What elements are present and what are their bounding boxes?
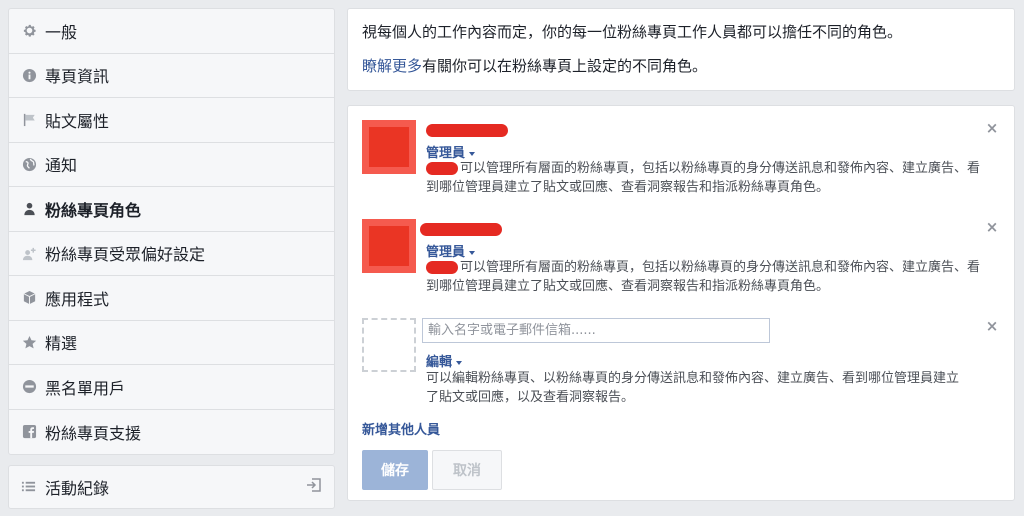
close-icon[interactable]: × (984, 318, 1000, 334)
close-icon[interactable]: × (984, 120, 1000, 136)
sidebar-item-label: 粉絲專頁受眾偏好設定 (45, 245, 206, 265)
settings-sidebar: 一般 專頁資訊 貼文屬性 通知 粉絲專頁角色 粉絲專頁受眾偏好設定 應用程式 精… (8, 8, 335, 509)
save-button[interactable]: 儲存 (362, 450, 428, 490)
avatar (362, 120, 416, 174)
sidebar-item-featured[interactable]: 精選 (9, 321, 334, 365)
sidebar-item-apps[interactable]: 應用程式 (9, 276, 334, 321)
name-or-email-input[interactable] (422, 318, 770, 343)
avatar (362, 219, 416, 273)
page-roles-panel: 管理員 可以管理所有層面的粉絲專頁，包括以粉絲專頁的身分傳送訊息和發佈內容、建立… (347, 105, 1015, 501)
list-icon (21, 479, 37, 495)
sidebar-item-label: 黑名單用戶 (45, 378, 126, 398)
redacted-name (420, 223, 502, 236)
close-icon[interactable]: × (984, 219, 1000, 235)
role-description: 可以管理所有層面的粉絲專頁，包括以粉絲專頁的身分傳送訊息和發佈內容、建立廣告、看… (426, 260, 981, 294)
add-person-link[interactable]: 新增其他人員 (362, 419, 440, 438)
sidebar-item-label: 粉絲專頁支援 (45, 423, 142, 443)
intro-text: 視每個人的工作內容而定，你的每一位粉絲專頁工作人員都可以擔任不同的角色。 (362, 23, 903, 41)
cube-icon (21, 290, 37, 306)
sidebar-item-audience-preferences[interactable]: 粉絲專頁受眾偏好設定 (9, 232, 334, 276)
redacted-name (426, 124, 508, 137)
role-dropdown[interactable]: 編輯 (426, 351, 463, 370)
star-icon (21, 334, 37, 350)
roles-intro-panel: 視每個人的工作內容而定，你的每一位粉絲專頁工作人員都可以擔任不同的角色。 瞭解更… (347, 8, 1015, 91)
new-role-entry: 編輯 可以編輯粉絲專頁、以粉絲專頁的身分傳送訊息和發佈內容、建立廣告、看到哪位管… (362, 318, 1000, 408)
cancel-button[interactable]: 取消 (432, 450, 502, 490)
sidebar-item-label: 精選 (45, 334, 78, 354)
sidebar-item-label: 通知 (45, 156, 78, 176)
learn-more-link[interactable]: 瞭解更多 (362, 57, 422, 75)
gear-icon (21, 23, 37, 39)
intro-learn-more-line: 瞭解更多有關你可以在粉絲專頁上設定的不同角色。 (362, 56, 1000, 77)
sidebar-item-page-info[interactable]: 專頁資訊 (9, 54, 334, 98)
block-icon (21, 379, 37, 395)
chevron-down-icon (469, 151, 476, 156)
chevron-down-icon (456, 360, 463, 365)
sidebar-item-label: 貼文屬性 (45, 111, 110, 131)
sidebar-item-label: 應用程式 (45, 289, 110, 309)
globe-icon (21, 156, 37, 172)
role-dropdown-label: 編輯 (426, 355, 453, 370)
flag-icon (21, 112, 37, 128)
sidebar-item-banned-users[interactable]: 黑名單用戶 (9, 365, 334, 410)
role-description: 可以管理所有層面的粉絲專頁，包括以粉絲專頁的身分傳送訊息和發佈內容、建立廣告、看… (426, 161, 981, 195)
sidebar-item-notifications[interactable]: 通知 (9, 143, 334, 187)
sidebar-item-label: 粉絲專頁角色 (45, 200, 142, 220)
intro-learn-more-rest: 有關你可以在粉絲專頁上設定的不同角色。 (422, 57, 708, 75)
sidebar-item-general[interactable]: 一般 (9, 9, 334, 54)
person-add-icon (21, 245, 37, 261)
sidebar-item-label: 一般 (45, 22, 78, 42)
avatar-placeholder (362, 318, 416, 372)
settings-nav: 一般 專頁資訊 貼文屬性 通知 粉絲專頁角色 粉絲專頁受眾偏好設定 應用程式 精… (8, 8, 335, 455)
sidebar-item-page-roles[interactable]: 粉絲專頁角色 (9, 187, 334, 232)
sidebar-item-page-support[interactable]: 粉絲專頁支援 (9, 410, 334, 455)
sidebar-item-label: 專頁資訊 (45, 67, 110, 87)
role-description: 可以編輯粉絲專頁、以粉絲專頁的身分傳送訊息和發佈內容、建立廣告、看到哪位管理員建… (426, 371, 960, 405)
chevron-down-icon (469, 250, 476, 255)
info-icon (21, 67, 37, 83)
role-entry: 管理員 可以管理所有層面的粉絲專頁，包括以粉絲專頁的身分傳送訊息和發佈內容、建立… (362, 219, 1000, 299)
person-icon (21, 201, 37, 217)
activity-log-label: 活動紀錄 (45, 479, 110, 498)
role-entry: 管理員 可以管理所有層面的粉絲專頁，包括以粉絲專頁的身分傳送訊息和發佈內容、建立… (362, 120, 1000, 200)
sidebar-item-post-attribution[interactable]: 貼文屬性 (9, 98, 334, 143)
facebook-icon (21, 424, 37, 440)
enter-icon[interactable] (306, 477, 322, 497)
activity-log-item[interactable]: 活動紀錄 (8, 465, 335, 509)
